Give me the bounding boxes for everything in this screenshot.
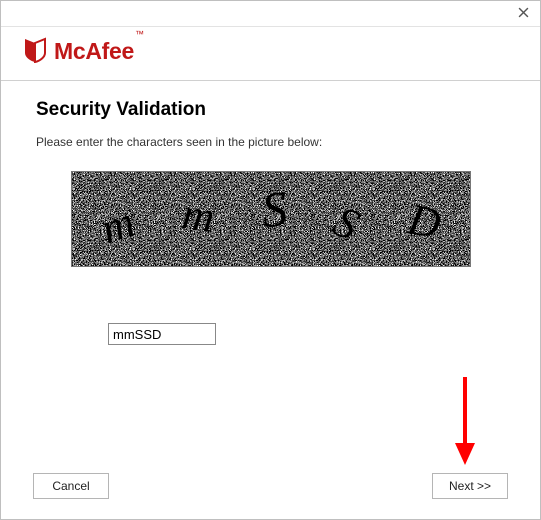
captcha-letters: m m S S D — [72, 172, 470, 266]
close-button[interactable] — [516, 6, 530, 20]
mcafee-shield-icon — [23, 37, 47, 66]
captcha-char: S — [326, 195, 367, 251]
close-icon — [518, 6, 529, 21]
brand-name: McAfee™ — [54, 38, 143, 65]
captcha-char: D — [404, 193, 446, 249]
title-bar — [1, 1, 540, 27]
installer-dialog: McAfee™ Security Validation Please enter… — [0, 0, 541, 520]
brand-bar: McAfee™ — [1, 27, 540, 81]
content-area: Security Validation Please enter the cha… — [1, 81, 540, 345]
cancel-button[interactable]: Cancel — [33, 473, 109, 499]
captcha-image: m m S S D — [71, 171, 471, 267]
captcha-char: m — [179, 188, 218, 243]
instruction-text: Please enter the characters seen in the … — [36, 135, 505, 149]
annotation-arrow — [452, 373, 478, 469]
button-row: Cancel Next >> — [1, 473, 540, 499]
page-title: Security Validation — [36, 99, 505, 121]
next-button[interactable]: Next >> — [432, 473, 508, 499]
captcha-char: m — [95, 196, 141, 254]
captcha-input[interactable] — [108, 323, 216, 345]
captcha-char: S — [259, 179, 290, 239]
